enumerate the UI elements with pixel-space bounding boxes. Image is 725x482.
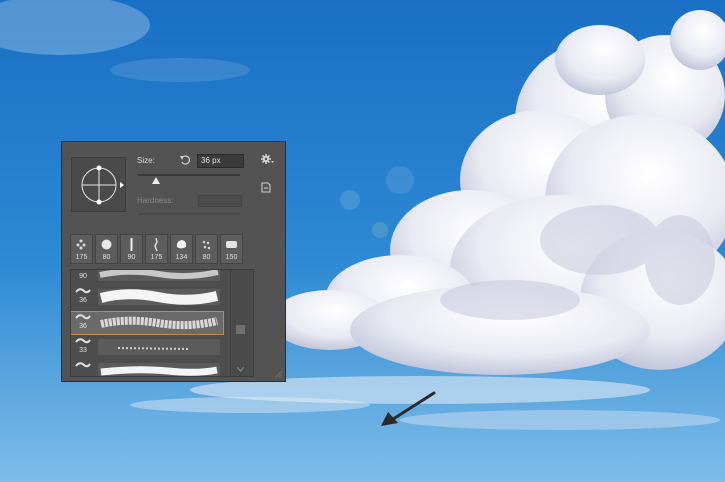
recent-brush-size: 90: [127, 254, 136, 261]
brush-row-icon: [75, 269, 91, 272]
recent-brush-item[interactable]: 80: [195, 234, 218, 264]
brush-stroke-preview: [98, 339, 220, 355]
brush-thumb-icon: [101, 239, 112, 250]
brush-thumb-icon: [202, 240, 211, 250]
brush-row-icon: [75, 338, 91, 344]
brush-list-scrollbar[interactable]: [230, 270, 251, 376]
brush-row-size: 90: [79, 273, 87, 280]
hardness-slider: [138, 213, 240, 215]
size-field[interactable]: 36 px: [197, 154, 244, 168]
brush-thumb-icon: [226, 241, 237, 248]
brush-list-row[interactable]: [71, 360, 223, 376]
brush-row-icon: [75, 314, 91, 320]
recent-brush-item[interactable]: 150: [220, 234, 243, 264]
recent-brush-item[interactable]: 134: [170, 234, 193, 264]
brush-thumb-icon: [176, 240, 187, 249]
brush-tip-preview[interactable]: [71, 157, 126, 212]
scrollbar-thumb[interactable]: [236, 325, 245, 334]
arrow-pointer-icon: [381, 391, 436, 426]
brush-thumb-icon: [76, 239, 86, 250]
recent-brush-item[interactable]: 175: [70, 234, 93, 264]
size-label: Size:: [137, 156, 155, 165]
brush-row-size: 36: [79, 297, 87, 304]
recent-brush-size: 80: [202, 254, 211, 261]
brush-row-icon: [75, 288, 91, 294]
recent-brush-item[interactable]: 175: [145, 234, 168, 264]
recent-brush-size: 134: [175, 254, 188, 261]
recent-brush-size: 150: [225, 254, 238, 261]
brush-list-row[interactable]: 33: [71, 336, 223, 358]
new-preset-icon[interactable]: [261, 182, 271, 193]
brush-row-icon: [75, 362, 91, 368]
scroll-down-arrow-icon[interactable]: [237, 367, 244, 372]
recent-brush-size: 175: [75, 254, 88, 261]
size-slider-thumb[interactable]: [152, 177, 161, 184]
brush-list-row-selected[interactable]: 36: [71, 311, 224, 335]
recent-brushes-row: 175 80 90 175 134 80 150: [70, 234, 250, 264]
recent-brush-item[interactable]: 90: [120, 234, 143, 264]
brush-preset-list[interactable]: 90 36 36 33: [70, 269, 254, 377]
hardness-label: Hardness:: [137, 196, 174, 205]
brush-stroke-preview: [98, 315, 220, 331]
gear-icon[interactable]: [260, 153, 274, 165]
recent-brush-item[interactable]: 80: [95, 234, 118, 264]
size-slider[interactable]: [138, 174, 240, 176]
brush-list-row[interactable]: 90: [71, 269, 223, 284]
brush-stroke-preview: [98, 289, 220, 305]
brush-stroke-preview: [98, 270, 220, 281]
resize-grip-icon[interactable]: [274, 370, 283, 379]
recent-brush-size: 175: [150, 254, 163, 261]
reset-icon[interactable]: [179, 154, 191, 166]
brush-preset-picker-panel: Size: 36 px Hardness: 175 80 90 175 134 …: [61, 141, 286, 382]
brush-thumb-icon: [130, 238, 133, 251]
brush-thumb-icon: [154, 238, 158, 251]
brush-list-row[interactable]: 36: [71, 286, 223, 308]
brush-row-size: 36: [79, 323, 87, 330]
hardness-field: [198, 195, 242, 207]
brush-stroke-preview: [98, 363, 220, 376]
recent-brush-size: 80: [102, 254, 111, 261]
brush-row-size: 33: [79, 347, 87, 354]
